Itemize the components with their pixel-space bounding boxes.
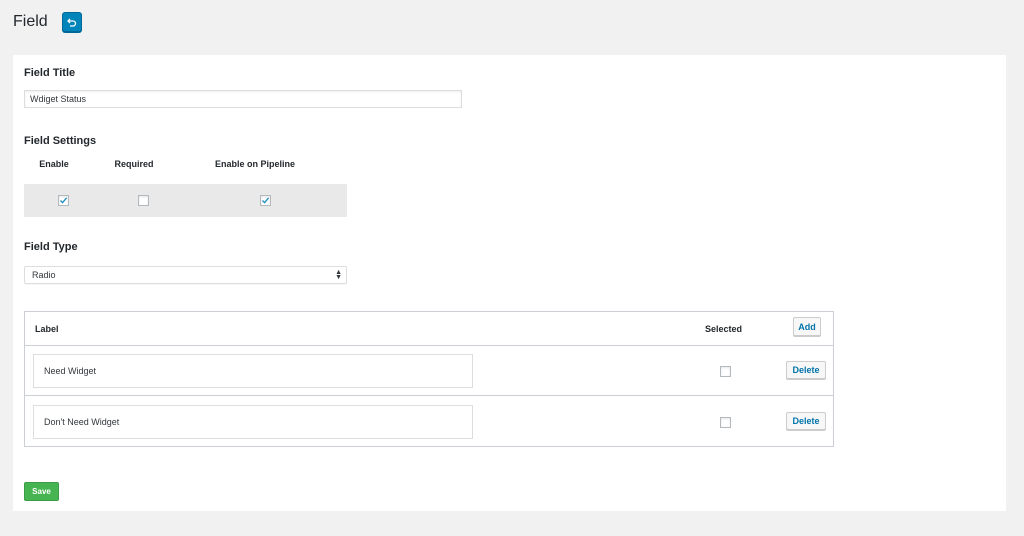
setting-pipeline-header: Enable on Pipeline	[214, 159, 296, 169]
enable-checkbox[interactable]	[58, 195, 69, 206]
settings-row	[24, 184, 347, 217]
option-row: Don't Need Widget Delete	[25, 397, 833, 447]
setting-enable-header: Enable	[39, 159, 69, 169]
selected-column-header: Selected	[705, 324, 743, 334]
settings-headers: Enable Required Enable on Pipeline	[24, 159, 347, 171]
field-type-value: Radio	[32, 270, 56, 280]
delete-option-button[interactable]: Delete	[786, 412, 826, 430]
option-label-input[interactable]: Don't Need Widget	[33, 405, 473, 439]
save-button[interactable]: Save	[24, 482, 59, 501]
delete-option-button[interactable]: Delete	[786, 361, 826, 379]
field-type-select[interactable]: Radio ▲ ▼	[24, 266, 347, 284]
checkmark-icon	[262, 197, 270, 204]
setting-required-header: Required	[114, 159, 154, 169]
page-title: Field	[13, 13, 48, 30]
option-row: Need Widget Delete	[25, 346, 833, 396]
options-table-header: Label Selected Add	[25, 312, 833, 346]
field-title-input[interactable]	[24, 90, 462, 108]
required-checkbox[interactable]	[138, 195, 149, 206]
undo-icon	[66, 18, 76, 27]
label-column-header: Label	[35, 324, 59, 334]
pipeline-checkbox[interactable]	[260, 195, 271, 206]
option-label-input[interactable]: Need Widget	[33, 354, 473, 388]
add-option-button[interactable]: Add	[793, 317, 821, 336]
field-type-label: Field Type	[24, 241, 78, 253]
page-header: Field	[13, 10, 82, 34]
options-table: Label Selected Add Need Widget Delete Do…	[24, 311, 834, 447]
option-selected-checkbox[interactable]	[720, 417, 731, 428]
field-panel: Field Title Field Settings Enable Requir…	[13, 55, 1006, 511]
field-settings-label: Field Settings	[24, 135, 97, 147]
select-arrows-icon: ▲ ▼	[335, 269, 342, 281]
option-selected-checkbox[interactable]	[720, 366, 731, 377]
checkmark-icon	[60, 197, 68, 204]
field-title-label: Field Title	[24, 67, 76, 79]
back-button[interactable]	[61, 12, 82, 32]
